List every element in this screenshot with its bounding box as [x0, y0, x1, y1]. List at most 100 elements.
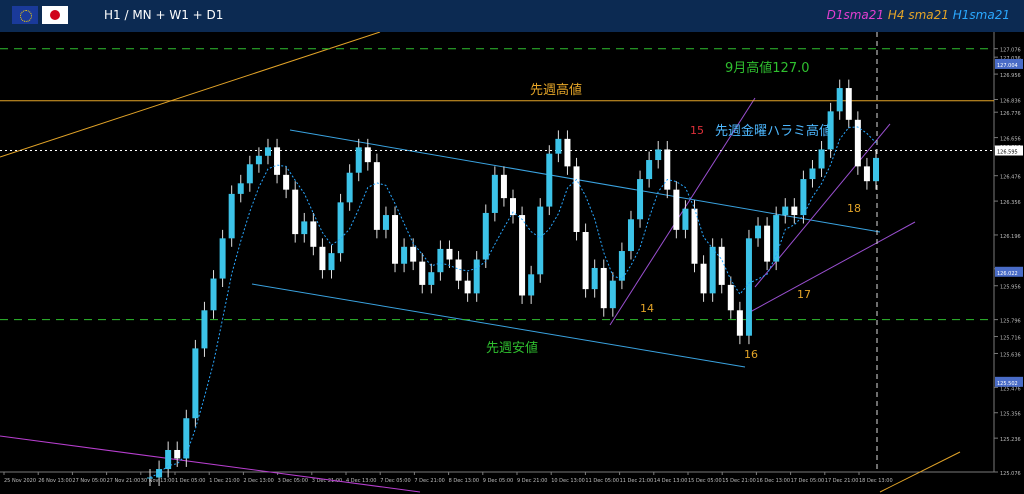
x-tick-label: 3 Dec 05:00 — [278, 478, 308, 484]
candle-body — [310, 221, 317, 247]
candle-body — [618, 251, 625, 281]
legend-d1-sma21: D1sma21 — [826, 8, 885, 22]
candle-body — [337, 202, 344, 254]
candle-body — [500, 174, 507, 199]
candle-body — [809, 168, 816, 180]
candle-body — [464, 280, 471, 294]
x-tick-label: 15 Dec 21:00 — [722, 478, 756, 484]
y-tick-label: 125.236 — [1000, 437, 1021, 443]
price-label-text: 126.022 — [997, 271, 1018, 277]
candle-body — [709, 246, 716, 294]
wave-count-annotation: 16 — [744, 348, 758, 361]
trend-line — [0, 32, 381, 158]
candle-body — [382, 215, 389, 230]
candle-body — [228, 193, 235, 239]
candle-body — [274, 147, 281, 175]
legend-h1-sma21: H1sma21 — [952, 8, 1010, 22]
candle-body — [528, 274, 535, 296]
level-label: 先週金曜ハラミ高値 — [715, 123, 832, 139]
candle-body — [691, 208, 698, 264]
candle-body — [328, 253, 335, 271]
candle-body — [755, 225, 762, 239]
y-tick-label: 125.636 — [1000, 352, 1021, 358]
candle-body — [682, 208, 689, 230]
candle-body — [283, 174, 290, 190]
candle-body — [764, 225, 771, 262]
price-chart[interactable]: 127.076127.036126.956126.836126.776126.6… — [0, 32, 1024, 494]
candle-body — [582, 231, 589, 290]
x-tick-label: 8 Dec 13:00 — [449, 478, 479, 484]
candle-body — [210, 278, 217, 311]
chart-title: H1 / MN + W1 + D1 — [104, 8, 224, 22]
candle-body — [564, 138, 571, 167]
x-tick-label: 15 Dec 05:00 — [688, 478, 722, 484]
candle-body — [437, 248, 444, 273]
candle-body — [600, 267, 607, 309]
x-tick-label: 25 Nov 2020 — [4, 478, 36, 484]
level-label: 先週安値 — [486, 340, 538, 356]
candle-body — [410, 246, 417, 262]
trend-line — [754, 123, 891, 288]
price-label-text: 125.502 — [997, 381, 1018, 387]
candle-body — [863, 166, 870, 182]
y-tick-label: 125.796 — [1000, 319, 1021, 325]
candle-body — [537, 206, 544, 275]
candle-body — [700, 263, 707, 294]
y-tick-label: 126.476 — [1000, 175, 1021, 181]
x-tick-label: 17 Dec 05:00 — [791, 478, 825, 484]
x-tick-label: 10 Dec 13:00 — [551, 478, 585, 484]
wave-count-annotation: 17 — [797, 288, 811, 301]
x-tick-label: 1 Dec 05:00 — [175, 478, 205, 484]
candle-body — [192, 348, 199, 419]
x-tick-label: 14 Dec 13:00 — [654, 478, 688, 484]
candle-body — [373, 162, 380, 230]
candle-body — [364, 147, 371, 163]
candle-body — [237, 183, 244, 194]
candle-body — [845, 88, 852, 120]
x-tick-label: 11 Dec 21:00 — [620, 478, 654, 484]
eu-flag-icon — [12, 6, 38, 24]
y-tick-label: 125.716 — [1000, 336, 1021, 342]
candle-body — [655, 149, 662, 161]
y-tick-label: 126.956 — [1000, 73, 1021, 79]
candle-body — [646, 160, 653, 180]
wave-count-annotation: 18 — [847, 202, 861, 215]
ma-legend: D1sma21 H4 sma21 H1sma21 — [827, 8, 1010, 22]
x-tick-label: 26 Nov 13:00 — [38, 478, 72, 484]
x-tick-label: 7 Dec 05:00 — [380, 478, 410, 484]
x-tick-label: 9 Dec 21:00 — [517, 478, 547, 484]
level-label: 9月高値127.0 — [725, 60, 810, 76]
y-tick-label: 127.076 — [1000, 48, 1021, 54]
y-tick-label: 125.076 — [1000, 471, 1021, 477]
y-tick-label: 126.656 — [1000, 137, 1021, 143]
candle-body — [573, 166, 580, 232]
candle-body — [791, 206, 798, 216]
candle-body — [428, 272, 435, 285]
x-tick-label: 27 Nov 21:00 — [107, 478, 141, 484]
candle-body — [446, 248, 453, 260]
candle-body — [255, 155, 262, 165]
x-tick-label: 1 Dec 21:00 — [209, 478, 239, 484]
candle-body — [355, 147, 362, 173]
candle-body — [183, 418, 190, 459]
x-tick-label: 30 Nov 13:00 — [141, 478, 175, 484]
candle-body — [473, 259, 480, 294]
candle-body — [401, 246, 408, 264]
price-label-text: 126.595 — [997, 150, 1018, 156]
candle-body — [627, 219, 634, 252]
x-tick-label: 27 Nov 05:00 — [72, 478, 106, 484]
candle-body — [174, 449, 181, 459]
japan-flag-icon — [42, 6, 68, 24]
y-tick-label: 126.776 — [1000, 111, 1021, 117]
x-tick-label: 16 Dec 13:00 — [756, 478, 790, 484]
y-tick-label: 126.356 — [1000, 200, 1021, 206]
x-tick-label: 11 Dec 05:00 — [585, 478, 619, 484]
candle-body — [782, 206, 789, 216]
candle-body — [219, 238, 226, 279]
candle-body — [836, 88, 843, 112]
legend-h4-sma21: H4 sma21 — [887, 8, 949, 22]
x-tick-label: 9 Dec 05:00 — [483, 478, 513, 484]
candle-body — [246, 164, 253, 184]
candle-body — [546, 153, 553, 207]
y-tick-label: 126.196 — [1000, 234, 1021, 240]
